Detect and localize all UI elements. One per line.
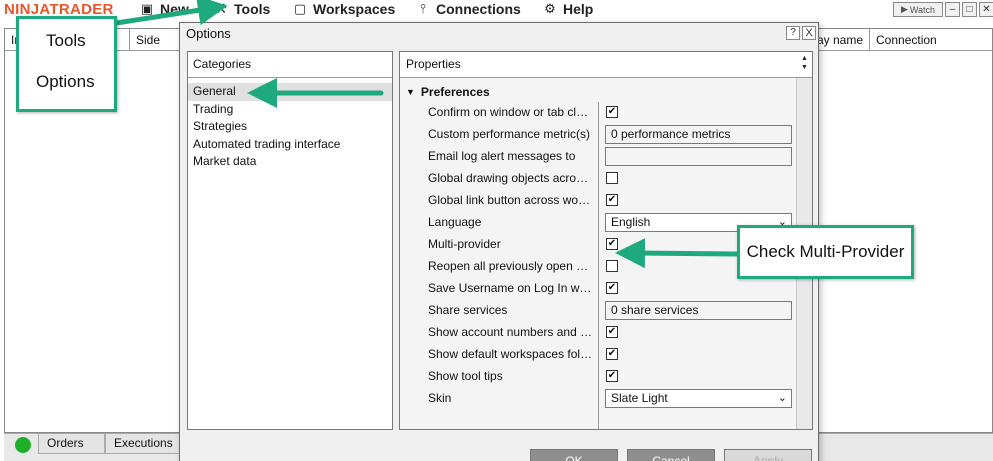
- callout-options-text: Options: [36, 72, 95, 91]
- property-field[interactable]: 0 performance metrics: [605, 125, 792, 144]
- menu-tools[interactable]: ⚒ Tools: [214, 1, 270, 17]
- property-row: Show default workspaces folder ✔: [400, 344, 800, 366]
- property-row: Save Username on Log In win... ✔: [400, 278, 800, 300]
- checkbox-checked-icon[interactable]: ✔: [606, 194, 618, 206]
- col-connection[interactable]: Connection: [869, 29, 992, 51]
- property-row: Skin Slate Light ⌄: [400, 388, 800, 410]
- col-display-name[interactable]: ay name: [811, 29, 871, 51]
- category-automated-trading[interactable]: Automated trading interface: [188, 136, 392, 154]
- property-select[interactable]: Slate Light ⌄: [605, 389, 792, 408]
- checkbox-checked-icon[interactable]: ✔: [606, 348, 618, 360]
- property-label: Global link button across work...: [428, 193, 594, 207]
- screenshot-root: NINJATRADER ▣ New ⚒ Tools ▢ Workspaces ⫯…: [0, 0, 993, 461]
- tab-executions[interactable]: Executions: [105, 434, 183, 454]
- property-value: 0 performance metrics: [611, 127, 731, 141]
- category-trading[interactable]: Trading: [188, 101, 392, 119]
- property-label: Show tool tips: [428, 369, 503, 383]
- property-row: Email log alert messages to: [400, 146, 800, 168]
- menu-help[interactable]: ⚙ Help: [543, 1, 593, 17]
- preferences-label: Preferences: [420, 85, 490, 99]
- checkbox-checked-icon[interactable]: ✔: [606, 106, 618, 118]
- property-label: Email log alert messages to: [428, 149, 576, 163]
- property-label: Confirm on window or tab close: [428, 105, 594, 119]
- checkbox-checked-icon[interactable]: ✔: [606, 326, 618, 338]
- property-field[interactable]: [605, 147, 792, 166]
- close-window-icon[interactable]: ✕: [979, 2, 993, 17]
- menu-bar: NINJATRADER ▣ New ⚒ Tools ▢ Workspaces ⫯…: [0, 0, 993, 20]
- properties-header: Properties ▲ ▼: [400, 52, 812, 78]
- dialog-title: Options: [186, 26, 231, 41]
- property-label: Language: [428, 215, 482, 229]
- property-label: Skin: [428, 391, 452, 405]
- category-market-data[interactable]: Market data: [188, 153, 392, 171]
- collapse-triangle-icon: ▼: [406, 87, 415, 97]
- tools-icon: ⚒: [215, 1, 227, 16]
- window-controls: ▶ Watch – □ ✕: [893, 2, 993, 17]
- property-label: Share services: [428, 303, 508, 317]
- new-window-icon: ▣: [140, 1, 154, 16]
- menu-workspaces[interactable]: ▢ Workspaces: [293, 1, 395, 17]
- menu-connections[interactable]: ⫯ Connections: [416, 1, 521, 17]
- menu-help-label: Help: [563, 1, 594, 17]
- tools-options-callout: Tools Options: [16, 16, 117, 112]
- dialog-help-button[interactable]: ?: [786, 26, 800, 40]
- property-row: Custom performance metric(s) 0 performanc…: [400, 124, 800, 146]
- cancel-button[interactable]: Cancel: [627, 449, 715, 461]
- property-label: Show default workspaces folder: [428, 347, 594, 361]
- watch-icon: ▶: [900, 4, 908, 14]
- property-label: Custom performance metric(s): [428, 127, 591, 141]
- checkbox-unchecked-icon[interactable]: [606, 260, 618, 272]
- tab-orders[interactable]: Orders: [38, 434, 105, 454]
- property-row: Show tool tips ✔: [400, 366, 800, 388]
- preferences-section[interactable]: ▼ Preferences: [406, 85, 490, 99]
- checkbox-checked-icon[interactable]: ✔: [606, 282, 618, 294]
- checkbox-checked-icon[interactable]: ✔: [606, 238, 618, 250]
- property-value: 0 share services: [611, 303, 699, 317]
- checkbox-checked-icon[interactable]: ✔: [606, 370, 618, 382]
- property-row: Share services 0 share services: [400, 300, 800, 322]
- minimize-icon[interactable]: –: [945, 2, 960, 17]
- property-row: Confirm on window or tab close ✔: [400, 102, 800, 124]
- callout-tools-text: Tools: [46, 31, 86, 50]
- watch-label: Watch: [909, 4, 936, 15]
- categories-panel: Categories General Trading Strategies Au…: [187, 51, 393, 430]
- property-row: Show account numbers and b... ✔: [400, 322, 800, 344]
- checkbox-unchecked-icon[interactable]: [606, 172, 618, 184]
- col-side[interactable]: Side: [129, 29, 185, 51]
- property-label: Reopen all previously open wo...: [428, 259, 594, 273]
- connection-status-icon: [15, 437, 31, 453]
- property-label: Multi-provider: [428, 237, 501, 251]
- property-row: Global drawing objects across...: [400, 168, 800, 190]
- menu-tools-label: Tools: [234, 1, 271, 17]
- help-icon: ⚙: [544, 1, 556, 16]
- property-field[interactable]: 0 share services: [605, 301, 792, 320]
- apply-button[interactable]: Apply: [724, 449, 812, 461]
- workspaces-icon: ▢: [293, 1, 307, 16]
- categories-header: Categories: [188, 52, 392, 78]
- property-row: Global link button across work... ✔: [400, 190, 800, 212]
- menu-new[interactable]: ▣ New: [140, 1, 189, 17]
- menu-connections-label: Connections: [436, 1, 521, 17]
- property-label: Save Username on Log In win...: [428, 281, 594, 295]
- properties-header-label: Properties: [406, 57, 461, 71]
- category-general[interactable]: General: [188, 83, 392, 101]
- menu-new-label: New: [160, 1, 189, 17]
- options-dialog: Options ? X Categories General Trading S…: [179, 22, 819, 461]
- maximize-icon[interactable]: □: [962, 2, 977, 17]
- property-value: Slate Light: [611, 391, 668, 405]
- watch-button[interactable]: ▶ Watch: [893, 2, 943, 17]
- property-value: English: [611, 215, 651, 229]
- chevron-down-icon: ⌄: [777, 392, 787, 404]
- ok-button[interactable]: OK: [530, 449, 618, 461]
- property-label: Global drawing objects across...: [428, 171, 594, 185]
- dialog-close-button[interactable]: X: [802, 26, 816, 40]
- sort-arrows-icon[interactable]: ▲ ▼: [799, 54, 810, 72]
- property-label: Show account numbers and b...: [428, 325, 594, 339]
- multi-provider-callout: Check Multi-Provider: [737, 225, 914, 279]
- category-strategies[interactable]: Strategies: [188, 118, 392, 136]
- menu-workspaces-label: Workspaces: [313, 1, 396, 17]
- plug-icon: ⫯: [420, 1, 426, 16]
